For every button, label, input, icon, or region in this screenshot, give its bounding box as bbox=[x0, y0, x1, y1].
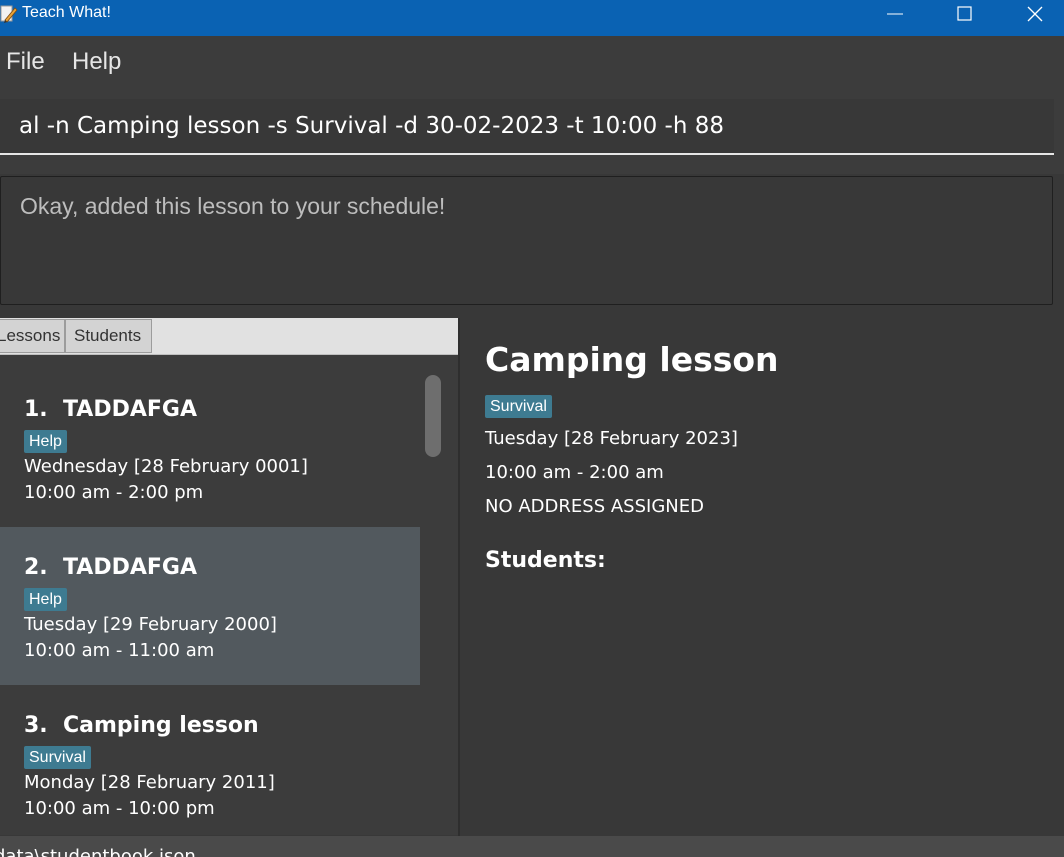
list-item[interactable]: 1. TADDAFGA Help Wednesday [28 February … bbox=[0, 369, 420, 527]
minimize-button[interactable] bbox=[860, 0, 930, 30]
lesson-time: 10:00 am - 2:00 pm bbox=[24, 482, 204, 503]
lesson-name: 2. TADDAFGA bbox=[24, 555, 197, 580]
menu-bar: File Help bbox=[0, 36, 1064, 88]
detail-address: NO ADDRESS ASSIGNED bbox=[485, 496, 704, 517]
lesson-time: 10:00 am - 10:00 pm bbox=[24, 798, 215, 819]
lesson-date: Tuesday [29 February 2000] bbox=[24, 614, 277, 635]
lesson-tag: Survival bbox=[24, 746, 91, 769]
lesson-detail-panel: Camping lesson Survival Tuesday [28 Febr… bbox=[460, 318, 1064, 836]
result-message: Okay, added this lesson to your schedule… bbox=[20, 193, 446, 219]
lesson-name: 1. TADDAFGA bbox=[24, 397, 197, 422]
list-item[interactable]: 3. Camping lesson Survival Monday [28 Fe… bbox=[0, 685, 420, 835]
lesson-time: 10:00 am - 11:00 am bbox=[24, 640, 215, 661]
students-heading: Students: bbox=[485, 548, 606, 573]
lesson-list[interactable]: 1. TADDAFGA Help Wednesday [28 February … bbox=[0, 355, 458, 835]
maximize-button[interactable] bbox=[930, 0, 1000, 30]
window-title: Teach What! bbox=[22, 4, 111, 21]
pencil-icon bbox=[0, 4, 18, 24]
detail-tag: Survival bbox=[485, 395, 552, 418]
detail-date: Tuesday [28 February 2023] bbox=[485, 428, 738, 449]
tab-bar: Lessons Students bbox=[0, 318, 458, 355]
lesson-tag: Help bbox=[24, 430, 67, 453]
detail-title: Camping lesson bbox=[485, 340, 779, 379]
status-bar: data\studentbook.json bbox=[0, 836, 1064, 857]
lesson-date: Wednesday [28 February 0001] bbox=[24, 456, 308, 477]
title-bar: Teach What! bbox=[0, 0, 1064, 36]
tab-lessons[interactable]: Lessons bbox=[0, 319, 65, 353]
result-frame bbox=[0, 305, 1064, 319]
minimize-icon bbox=[887, 13, 903, 15]
close-button[interactable] bbox=[1000, 0, 1064, 30]
menu-help[interactable]: Help bbox=[72, 48, 121, 76]
lesson-date: Monday [28 February 2011] bbox=[24, 772, 275, 793]
command-input[interactable] bbox=[0, 99, 1054, 155]
save-file-path: data\studentbook.json bbox=[0, 846, 196, 857]
tab-students[interactable]: Students bbox=[65, 319, 152, 353]
list-item[interactable]: 2. TADDAFGA Help Tuesday [29 February 20… bbox=[0, 527, 420, 685]
lesson-name: 3. Camping lesson bbox=[24, 713, 259, 738]
maximize-icon bbox=[957, 6, 972, 21]
lesson-tag: Help bbox=[24, 588, 67, 611]
result-display: Okay, added this lesson to your schedule… bbox=[0, 176, 1053, 305]
close-icon bbox=[1027, 6, 1043, 22]
detail-time: 10:00 am - 2:00 am bbox=[485, 462, 664, 483]
scrollbar-thumb[interactable] bbox=[425, 375, 441, 457]
menu-file[interactable]: File bbox=[6, 48, 45, 76]
